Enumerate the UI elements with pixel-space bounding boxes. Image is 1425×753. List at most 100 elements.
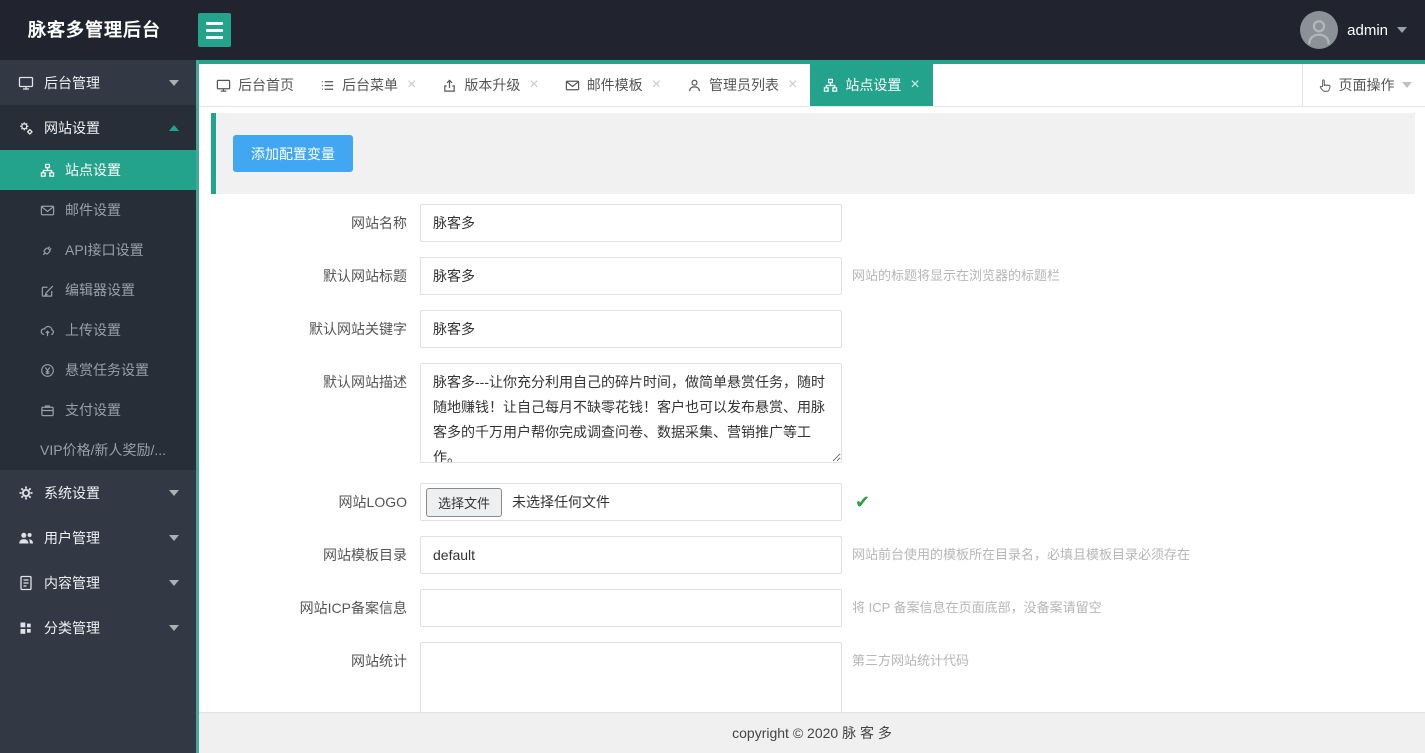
chevron-down-icon — [169, 624, 179, 631]
close-icon[interactable]: × — [652, 77, 661, 93]
site-description-textarea[interactable]: 脉客多---让你充分利用自己的碎片时间，做简单悬赏任务，随时随地赚钱！让自己每月… — [420, 363, 842, 463]
sidebar-item-user-management[interactable]: 用户管理 — [0, 515, 199, 560]
sidebar-item-api-settings[interactable]: API接口设置 — [0, 230, 199, 270]
tabbar: 后台首页 后台菜单 × 版本升级 × 邮件模板 × 管理员列表 × 站点设置 ×… — [199, 60, 1425, 107]
sidebar-item-upload-settings[interactable]: 上传设置 — [0, 310, 199, 350]
gears-icon — [20, 121, 33, 135]
sidebar: 后台管理 网站设置 站点设置 邮件设置 API接口设置 编辑器设置 上传设置 悬… — [0, 60, 199, 753]
analytics-textarea[interactable] — [420, 642, 842, 712]
tab-admin-list[interactable]: 管理员列表 × — [674, 64, 810, 106]
upload-icon — [444, 78, 456, 92]
field-hint: 网站的标题将显示在浏览器的标题栏 — [852, 268, 1061, 283]
form-row-site-title: 默认网站标题 网站的标题将显示在浏览器的标题栏 — [199, 257, 1425, 295]
form-row-site-keywords: 默认网站关键字 — [199, 310, 1425, 348]
field-label: 网站LOGO — [338, 494, 407, 510]
sitemap-icon — [824, 78, 838, 92]
app-title: 脉客多管理后台 — [28, 20, 161, 40]
toolbar: 添加配置变量 — [211, 113, 1415, 194]
close-icon[interactable]: × — [910, 77, 919, 93]
chevron-down-icon — [169, 579, 179, 586]
site-keywords-input[interactable] — [420, 310, 842, 348]
site-name-input[interactable] — [420, 204, 842, 242]
field-label: 默认网站描述 — [323, 374, 407, 390]
desktop-icon — [18, 76, 34, 90]
sidebar-item-content-management[interactable]: 内容管理 — [0, 560, 199, 605]
form-row-icp: 网站ICP备案信息 将 ICP 备案信息在页面底部，没备案请留空 — [199, 589, 1425, 627]
form-row-template-dir: 网站模板目录 网站前台使用的模板所在目录名，必填且模板目录必须存在 — [199, 536, 1425, 574]
check-icon: ✔ — [855, 492, 871, 512]
copyright-text: copyright © 2020 脉 客 多 — [732, 725, 892, 741]
list-icon — [321, 80, 334, 90]
plug-icon — [42, 245, 52, 255]
field-hint: 第三方网站统计代码 — [852, 653, 970, 668]
document-icon — [20, 575, 32, 590]
form-row-analytics: 网站统计 第三方网站统计代码 — [199, 642, 1425, 712]
no-file-text: 未选择任何文件 — [512, 494, 611, 510]
sidebar-item-site-settings[interactable]: 站点设置 — [0, 150, 199, 190]
username-label: admin — [1347, 21, 1388, 39]
field-label: 网站ICP备案信息 — [299, 600, 407, 616]
logo-file-input[interactable]: 选择文件 未选择任何文件 — [420, 483, 842, 521]
cloud-upload-icon — [40, 325, 54, 336]
sidebar-item-website-settings[interactable]: 网站设置 — [0, 105, 199, 150]
user-avatar-icon — [1300, 11, 1339, 49]
page-action-dropdown[interactable]: 页面操作 — [1302, 64, 1425, 106]
tab-backend-menu[interactable]: 后台菜单 × — [307, 64, 429, 106]
wallet-icon — [41, 404, 54, 416]
sidebar-item-system-settings[interactable]: 系统设置 — [0, 470, 199, 515]
field-label: 默认网站关键字 — [309, 321, 407, 337]
tab-version-upgrade[interactable]: 版本升级 × — [429, 64, 551, 106]
chevron-down-icon — [169, 489, 179, 496]
sidebar-item-mail-settings[interactable]: 邮件设置 — [0, 190, 199, 230]
content-area: 后台首页 后台菜单 × 版本升级 × 邮件模板 × 管理员列表 × 站点设置 ×… — [199, 60, 1425, 753]
form-row-site-description: 默认网站描述 脉客多---让你充分利用自己的碎片时间，做简单悬赏任务，随时随地赚… — [199, 363, 1425, 468]
sidebar-submenu: 站点设置 邮件设置 API接口设置 编辑器设置 上传设置 悬赏任务设置 支付设置… — [0, 150, 199, 470]
form-row-site-name: 网站名称 — [199, 204, 1425, 242]
sidebar-item-backend[interactable]: 后台管理 — [0, 60, 199, 105]
grid-icon — [20, 622, 31, 634]
tab-site-settings[interactable]: 站点设置 × — [810, 64, 933, 106]
close-icon[interactable]: × — [407, 77, 416, 93]
sidebar-item-vip-settings[interactable]: VIP价格/新人奖励/... — [0, 430, 199, 470]
gear-icon — [19, 486, 33, 499]
sidebar-item-task-settings[interactable]: 悬赏任务设置 — [0, 350, 199, 390]
chevron-up-icon — [169, 124, 179, 131]
add-config-variable-button[interactable]: 添加配置变量 — [233, 135, 353, 172]
settings-form: 网站名称 默认网站标题 网站的标题将显示在浏览器的标题栏 默认网站关键字 默认网… — [199, 204, 1425, 712]
topbar: 脉客多管理后台 admin — [0, 0, 1425, 60]
chevron-down-icon — [1401, 82, 1412, 88]
sidebar-item-payment-settings[interactable]: 支付设置 — [0, 390, 199, 430]
choose-file-button[interactable]: 选择文件 — [426, 487, 503, 517]
desktop-icon — [216, 79, 231, 92]
hamburger-icon[interactable] — [198, 13, 231, 47]
hand-pointer-icon — [1319, 78, 1330, 92]
chevron-down-icon — [169, 79, 179, 86]
sitemap-icon — [40, 163, 55, 177]
field-hint: 网站前台使用的模板所在目录名，必填且模板目录必须存在 — [852, 547, 1191, 562]
user-icon — [689, 79, 701, 91]
site-title-input[interactable] — [420, 257, 842, 295]
edit-icon — [41, 285, 54, 297]
icp-input[interactable] — [420, 589, 842, 627]
field-label: 默认网站标题 — [323, 268, 407, 284]
users-icon — [19, 532, 33, 543]
main-panel: 添加配置变量 网站名称 默认网站标题 网站的标题将显示在浏览器的标题栏 默认网站… — [199, 107, 1425, 712]
tab-dashboard[interactable]: 后台首页 — [203, 64, 307, 106]
footer: copyright © 2020 脉 客 多 — [199, 712, 1425, 753]
sidebar-scrollbar[interactable] — [196, 60, 199, 753]
field-hint: 将 ICP 备案信息在页面底部，没备案请留空 — [852, 600, 1102, 615]
envelope-icon — [40, 205, 55, 215]
sidebar-item-category-management[interactable]: 分类管理 — [0, 605, 199, 650]
user-menu[interactable]: admin — [1300, 0, 1407, 60]
sidebar-item-editor-settings[interactable]: 编辑器设置 — [0, 270, 199, 310]
envelope-icon — [565, 80, 579, 90]
yen-circle-icon — [41, 363, 54, 377]
close-icon[interactable]: × — [788, 77, 797, 93]
form-row-site-logo: 网站LOGO 选择文件 未选择任何文件 ✔ — [199, 483, 1425, 521]
close-icon[interactable]: × — [529, 77, 538, 93]
tab-mail-template[interactable]: 邮件模板 × — [552, 64, 674, 106]
template-dir-input[interactable] — [420, 536, 842, 574]
field-label: 网站模板目录 — [323, 547, 407, 563]
chevron-down-icon — [169, 534, 179, 541]
field-label: 网站统计 — [351, 653, 407, 669]
